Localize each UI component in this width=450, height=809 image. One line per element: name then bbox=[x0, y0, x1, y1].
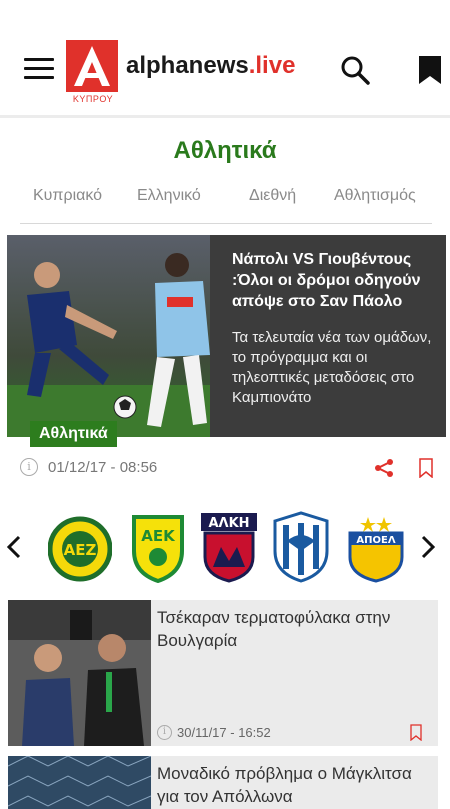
apoel-crest-icon[interactable]: ΑΠΟΕΛ bbox=[344, 511, 408, 583]
section-title: Αθλητικά bbox=[173, 137, 277, 164]
chevron-right-icon[interactable] bbox=[420, 535, 436, 559]
app-header: ΚΥΠΡΟΥ alphanews.live bbox=[0, 0, 450, 118]
share-icon[interactable] bbox=[374, 458, 394, 478]
logo-text-accent: .live bbox=[248, 52, 296, 79]
hero-article[interactable]: Νάπολι VS Γιουβέντους :Όλοι οι δρόμοι οδ… bbox=[7, 235, 446, 437]
logo-subtitle: ΚΥΠΡΟΥ bbox=[72, 94, 114, 104]
tab-international[interactable]: Διεθνή bbox=[249, 187, 296, 205]
bookmark-icon[interactable] bbox=[418, 55, 442, 85]
article-photo bbox=[8, 600, 151, 746]
chevron-left-icon[interactable] bbox=[6, 535, 22, 559]
article-photo bbox=[8, 756, 151, 809]
article-date: 30/11/17 - 16:52 bbox=[177, 725, 271, 740]
article-meta: i 30/11/17 - 16:52 bbox=[157, 724, 432, 742]
hero-date: 01/12/17 - 08:56 bbox=[48, 459, 158, 476]
site-logo-text[interactable]: alphanews.live bbox=[126, 52, 295, 80]
save-bookmark-icon[interactable] bbox=[410, 724, 422, 741]
aek-larnaca-crest-icon[interactable]: ΑΕΚ bbox=[126, 511, 190, 583]
hero-description: Τα τελευταία νέα των ομάδων, το πρόγραμμ… bbox=[232, 329, 432, 406]
tab-greek[interactable]: Ελληνικό bbox=[137, 187, 201, 205]
article-card[interactable]: Μοναδικό πρόβλημα ο Μάγκλιτσα για τον Απ… bbox=[8, 756, 438, 809]
logo-text-main: alphanews bbox=[126, 52, 249, 79]
category-badge[interactable]: Αθλητικά bbox=[30, 421, 117, 447]
hero-photo bbox=[7, 235, 210, 437]
hero-meta: i 01/12/17 - 08:56 bbox=[18, 456, 438, 480]
category-tabs: Κυπριακό Ελληνικό Διεθνή Αθλητισμός bbox=[20, 184, 432, 224]
anorthosis-crest-icon[interactable] bbox=[269, 511, 333, 583]
search-icon[interactable] bbox=[340, 55, 370, 85]
info-icon: i bbox=[20, 458, 38, 476]
menu-icon[interactable] bbox=[24, 58, 54, 80]
save-bookmark-icon[interactable] bbox=[419, 458, 433, 478]
teams-carousel: ΑΕΖ ΑΕΚ ΑΛΚΗ ΑΠΟΕΛ bbox=[0, 505, 450, 589]
svg-text:ΑΕΖ: ΑΕΖ bbox=[64, 541, 97, 559]
article-title[interactable]: Τσέκαραν τερματοφύλακα στην Βουλγαρία bbox=[157, 606, 432, 652]
info-icon: i bbox=[157, 725, 172, 740]
tab-cyprus[interactable]: Κυπριακό bbox=[33, 187, 102, 205]
alki-crest-icon[interactable]: ΑΛΚΗ bbox=[197, 511, 261, 583]
aez-crest-icon[interactable]: ΑΕΖ bbox=[48, 511, 112, 583]
article-title[interactable]: Μοναδικό πρόβλημα ο Μάγκλιτσα για τον Απ… bbox=[157, 762, 432, 808]
svg-text:ΑΠΟΕΛ: ΑΠΟΕΛ bbox=[356, 535, 395, 546]
hero-title[interactable]: Νάπολι VS Γιουβέντους :Όλοι οι δρόμοι οδ… bbox=[232, 249, 432, 312]
tab-sports[interactable]: Αθλητισμός bbox=[334, 187, 416, 205]
svg-text:ΑΕΚ: ΑΕΚ bbox=[141, 527, 176, 545]
article-card[interactable]: Τσέκαραν τερματοφύλακα στην Βουλγαρία i … bbox=[8, 600, 438, 746]
alpha-logo-icon[interactable] bbox=[66, 40, 118, 92]
svg-text:ΑΛΚΗ: ΑΛΚΗ bbox=[208, 516, 249, 531]
